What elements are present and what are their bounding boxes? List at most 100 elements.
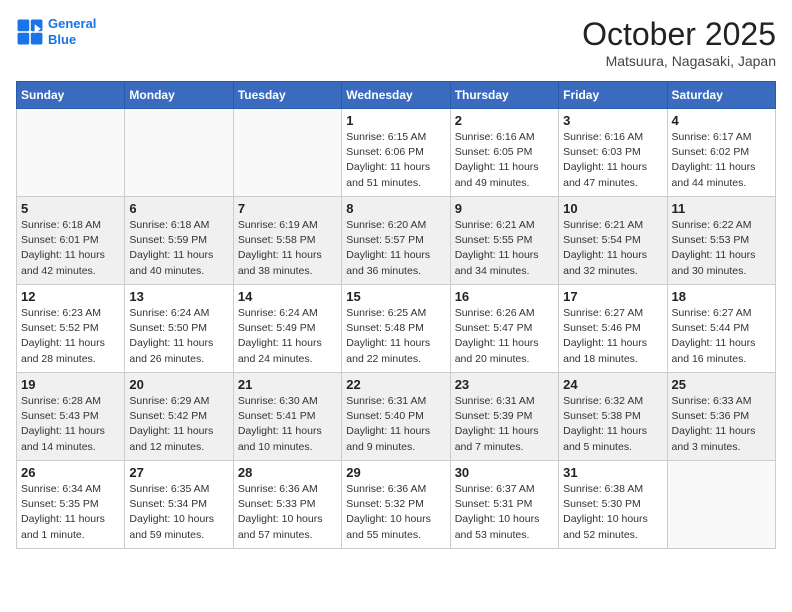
calendar-cell: 14 Sunrise: 6:24 AMSunset: 5:49 PMDayligh…: [233, 285, 341, 373]
day-number: 11: [672, 201, 771, 216]
calendar-cell: 4 Sunrise: 6:17 AMSunset: 6:02 PMDaylight…: [667, 109, 775, 197]
location: Matsuura, Nagasaki, Japan: [582, 53, 776, 69]
day-number: 21: [238, 377, 337, 392]
day-info: Sunrise: 6:17 AMSunset: 6:02 PMDaylight:…: [672, 130, 771, 191]
day-info: Sunrise: 6:28 AMSunset: 5:43 PMDaylight:…: [21, 394, 120, 455]
calendar-cell: 1Sunrise: 6:15 AMSunset: 6:06 PMDaylight…: [342, 109, 450, 197]
calendar-cell: 18Sunrise: 6:27 AMSunset: 5:44 PMDayligh…: [667, 285, 775, 373]
calendar-cell: 27Sunrise: 6:35 AMSunset: 5:34 PMDayligh…: [125, 461, 233, 549]
day-info: Sunrise: 6:27 AMSunset: 5:44 PMDaylight:…: [672, 306, 771, 367]
calendar-cell: 28 Sunrise: 6:36 AMSunset: 5:33 PMDayligh…: [233, 461, 341, 549]
calendar-cell: 12 Sunrise: 6:23 AMSunset: 5:52 PMDayligh…: [17, 285, 125, 373]
calendar-cell: 10 Sunrise: 6:21 AMSunset: 5:54 PMDayligh…: [559, 197, 667, 285]
day-number: 28: [238, 465, 337, 480]
week-row-1: 1Sunrise: 6:15 AMSunset: 6:06 PMDaylight…: [17, 109, 776, 197]
calendar-cell: [233, 109, 341, 197]
calendar-cell: 3 Sunrise: 6:16 AMSunset: 6:03 PMDaylight…: [559, 109, 667, 197]
weekday-header-friday: Friday: [559, 82, 667, 109]
calendar-cell: 31 Sunrise: 6:38 AMSunset: 5:30 PMDayligh…: [559, 461, 667, 549]
day-info: Sunrise: 6:20 AMSunset: 5:57 PMDaylight:…: [346, 218, 445, 279]
calendar-cell: 5 Sunrise: 6:18 AMSunset: 6:01 PMDaylight…: [17, 197, 125, 285]
day-info: Sunrise: 6:36 AMSunset: 5:33 PMDaylight:…: [238, 482, 337, 543]
day-info: Sunrise: 6:31 AMSunset: 5:39 PMDaylight:…: [455, 394, 554, 455]
day-number: 29: [346, 465, 445, 480]
calendar-cell: [667, 461, 775, 549]
day-info: Sunrise: 6:18 AMSunset: 5:59 PMDaylight:…: [129, 218, 228, 279]
calendar-cell: 13Sunrise: 6:24 AMSunset: 5:50 PMDayligh…: [125, 285, 233, 373]
day-info: Sunrise: 6:37 AMSunset: 5:31 PMDaylight:…: [455, 482, 554, 543]
day-number: 8: [346, 201, 445, 216]
weekday-header-tuesday: Tuesday: [233, 82, 341, 109]
day-number: 2: [455, 113, 554, 128]
day-number: 16: [455, 289, 554, 304]
day-info: Sunrise: 6:21 AMSunset: 5:54 PMDaylight:…: [563, 218, 662, 279]
day-info: Sunrise: 6:36 AMSunset: 5:32 PMDaylight:…: [346, 482, 445, 543]
day-number: 5: [21, 201, 120, 216]
calendar-cell: 7 Sunrise: 6:19 AMSunset: 5:58 PMDaylight…: [233, 197, 341, 285]
day-number: 25: [672, 377, 771, 392]
day-info: Sunrise: 6:31 AMSunset: 5:40 PMDaylight:…: [346, 394, 445, 455]
day-number: 19: [21, 377, 120, 392]
weekday-header-row: SundayMondayTuesdayWednesdayThursdayFrid…: [17, 82, 776, 109]
day-info: Sunrise: 6:21 AMSunset: 5:55 PMDaylight:…: [455, 218, 554, 279]
day-info: Sunrise: 6:35 AMSunset: 5:34 PMDaylight:…: [129, 482, 228, 543]
day-number: 10: [563, 201, 662, 216]
day-info: Sunrise: 6:26 AMSunset: 5:47 PMDaylight:…: [455, 306, 554, 367]
week-row-3: 12 Sunrise: 6:23 AMSunset: 5:52 PMDayligh…: [17, 285, 776, 373]
month-title: October 2025: [582, 16, 776, 53]
calendar-cell: 16 Sunrise: 6:26 AMSunset: 5:47 PMDayligh…: [450, 285, 558, 373]
calendar-cell: 19 Sunrise: 6:28 AMSunset: 5:43 PMDayligh…: [17, 373, 125, 461]
calendar-cell: 6 Sunrise: 6:18 AMSunset: 5:59 PMDaylight…: [125, 197, 233, 285]
calendar-cell: 9 Sunrise: 6:21 AMSunset: 5:55 PMDaylight…: [450, 197, 558, 285]
day-info: Sunrise: 6:38 AMSunset: 5:30 PMDaylight:…: [563, 482, 662, 543]
day-number: 7: [238, 201, 337, 216]
calendar-cell: [17, 109, 125, 197]
day-number: 12: [21, 289, 120, 304]
day-info: Sunrise: 6:32 AMSunset: 5:38 PMDaylight:…: [563, 394, 662, 455]
page-header: General Blue October 2025 Matsuura, Naga…: [16, 16, 776, 69]
day-info: Sunrise: 6:33 AMSunset: 5:36 PMDaylight:…: [672, 394, 771, 455]
calendar-cell: 25 Sunrise: 6:33 AMSunset: 5:36 PMDayligh…: [667, 373, 775, 461]
day-info: Sunrise: 6:30 AMSunset: 5:41 PMDaylight:…: [238, 394, 337, 455]
calendar-cell: 22 Sunrise: 6:31 AMSunset: 5:40 PMDayligh…: [342, 373, 450, 461]
day-info: Sunrise: 6:29 AMSunset: 5:42 PMDaylight:…: [129, 394, 228, 455]
logo-text: General Blue: [48, 16, 96, 47]
calendar-cell: 30Sunrise: 6:37 AMSunset: 5:31 PMDayligh…: [450, 461, 558, 549]
calendar-cell: 21 Sunrise: 6:30 AMSunset: 5:41 PMDayligh…: [233, 373, 341, 461]
day-number: 20: [129, 377, 228, 392]
day-info: Sunrise: 6:15 AMSunset: 6:06 PMDaylight:…: [346, 130, 445, 191]
day-info: Sunrise: 6:16 AMSunset: 6:05 PMDaylight:…: [455, 130, 554, 191]
day-number: 3: [563, 113, 662, 128]
day-info: Sunrise: 6:19 AMSunset: 5:58 PMDaylight:…: [238, 218, 337, 279]
day-number: 22: [346, 377, 445, 392]
week-row-4: 19 Sunrise: 6:28 AMSunset: 5:43 PMDayligh…: [17, 373, 776, 461]
weekday-header-monday: Monday: [125, 82, 233, 109]
day-number: 13: [129, 289, 228, 304]
week-row-2: 5 Sunrise: 6:18 AMSunset: 6:01 PMDaylight…: [17, 197, 776, 285]
calendar-cell: 26Sunrise: 6:34 AMSunset: 5:35 PMDayligh…: [17, 461, 125, 549]
day-number: 23: [455, 377, 554, 392]
weekday-header-saturday: Saturday: [667, 82, 775, 109]
calendar-cell: 24 Sunrise: 6:32 AMSunset: 5:38 PMDayligh…: [559, 373, 667, 461]
calendar-cell: [125, 109, 233, 197]
weekday-header-sunday: Sunday: [17, 82, 125, 109]
day-number: 9: [455, 201, 554, 216]
weekday-header-thursday: Thursday: [450, 82, 558, 109]
calendar-cell: 15Sunrise: 6:25 AMSunset: 5:48 PMDayligh…: [342, 285, 450, 373]
day-number: 14: [238, 289, 337, 304]
day-number: 31: [563, 465, 662, 480]
title-block: October 2025 Matsuura, Nagasaki, Japan: [582, 16, 776, 69]
day-info: Sunrise: 6:16 AMSunset: 6:03 PMDaylight:…: [563, 130, 662, 191]
day-info: Sunrise: 6:23 AMSunset: 5:52 PMDaylight:…: [21, 306, 120, 367]
day-number: 6: [129, 201, 228, 216]
day-info: Sunrise: 6:18 AMSunset: 6:01 PMDaylight:…: [21, 218, 120, 279]
day-number: 4: [672, 113, 771, 128]
day-number: 15: [346, 289, 445, 304]
day-info: Sunrise: 6:24 AMSunset: 5:49 PMDaylight:…: [238, 306, 337, 367]
day-number: 17: [563, 289, 662, 304]
calendar-cell: 17Sunrise: 6:27 AMSunset: 5:46 PMDayligh…: [559, 285, 667, 373]
calendar-cell: 8 Sunrise: 6:20 AMSunset: 5:57 PMDaylight…: [342, 197, 450, 285]
day-info: Sunrise: 6:22 AMSunset: 5:53 PMDaylight:…: [672, 218, 771, 279]
day-number: 24: [563, 377, 662, 392]
calendar-cell: 20 Sunrise: 6:29 AMSunset: 5:42 PMDayligh…: [125, 373, 233, 461]
